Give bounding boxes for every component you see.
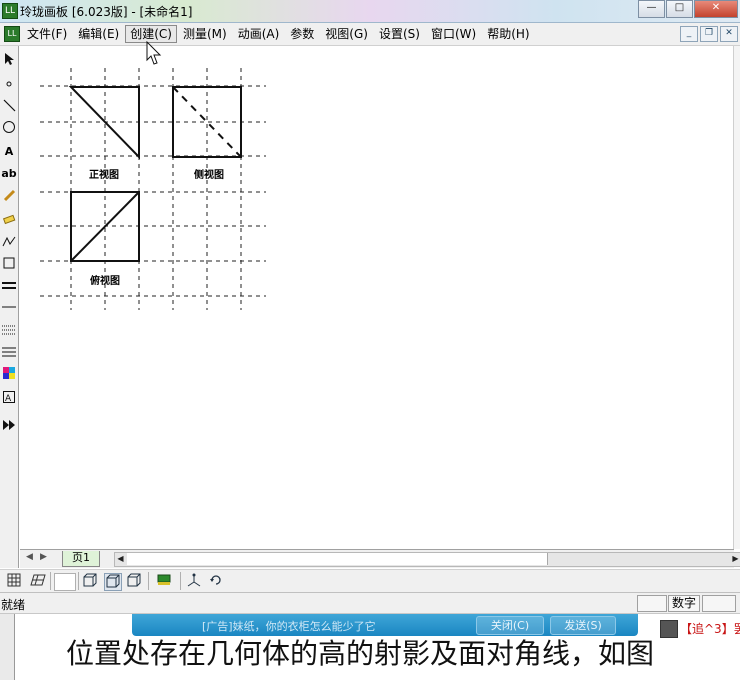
fast-forward-icon[interactable] (0, 418, 18, 438)
title-bar: LL 玲珑画板 [6.023版] - [未命名1] — □ ✕ (0, 0, 740, 23)
side-view-label: 侧视图 (194, 170, 224, 181)
cube-view-2-icon[interactable] (104, 573, 122, 591)
eraser-icon[interactable] (0, 212, 18, 232)
status-bar: 就绪 数字 (0, 593, 740, 614)
horizontal-scrollbar[interactable]: ◀ ▶ (114, 552, 740, 567)
background-window-edge (0, 614, 15, 680)
menu-settings[interactable]: 设置(S) (374, 25, 425, 43)
mdi-controls: _ ❐ ✕ (678, 26, 738, 42)
drawing-canvas[interactable]: 正视图 侧视图 俯视图 (20, 46, 732, 549)
color-palette-icon[interactable] (0, 366, 18, 386)
svg-text:A: A (5, 394, 12, 404)
text-ab-icon[interactable]: ab (0, 164, 18, 184)
maximize-button[interactable]: □ (666, 0, 693, 18)
dotted-line-icon[interactable] (0, 322, 18, 342)
mdi-minimize-button[interactable]: _ (680, 26, 698, 42)
line-icon[interactable] (0, 98, 18, 118)
polyline-icon[interactable] (0, 234, 18, 254)
bottom-toolbar (0, 569, 740, 593)
scroll-right-icon[interactable]: ▶ (730, 553, 740, 565)
fill-color-icon[interactable] (156, 573, 172, 589)
front-view-label: 正视图 (89, 170, 119, 181)
document-icon[interactable]: LL (4, 26, 20, 42)
mdi-restore-button[interactable]: ❐ (700, 26, 718, 42)
tab-prev-icon[interactable]: ◀ (26, 552, 33, 562)
status-num-indicator: 数字 (668, 595, 700, 612)
point-icon[interactable] (0, 76, 18, 96)
status-field-blank (637, 595, 667, 612)
menu-view[interactable]: 视图(G) (320, 25, 373, 43)
canvas-right-edge (733, 46, 740, 549)
mdi-close-button[interactable]: ✕ (720, 26, 738, 42)
pencil-icon[interactable] (0, 188, 18, 208)
menu-bar: LL 文件(F) 编辑(E) 创建(C) 测量(M) 动画(A) 参数 视图(G… (0, 23, 740, 46)
menu-file[interactable]: 文件(F) (22, 25, 72, 43)
app-icon: LL (2, 3, 18, 19)
rectangle-icon[interactable] (0, 256, 18, 276)
tab-next-icon[interactable]: ▶ (40, 552, 47, 562)
line-thin-icon[interactable] (0, 300, 18, 320)
grid (40, 68, 266, 310)
page-tab-bar: ◀ ▶ 页1 ◀ ▶ (20, 549, 740, 568)
background-document-text: 位置处存在几何体的高的射影及面对角线，如图 (66, 637, 655, 670)
cube-view-icon[interactable] (82, 573, 98, 589)
menu-help[interactable]: 帮助(H) (482, 25, 534, 43)
menu-edit[interactable]: 编辑(E) (73, 25, 124, 43)
red-notification-text[interactable]: 【追^3】罢 (680, 620, 740, 637)
select-arrow-icon[interactable] (0, 52, 18, 72)
status-ready: 就绪 (1, 598, 26, 612)
close-button[interactable]: ✕ (694, 0, 738, 18)
window-title: 玲珑画板 [6.023版] - [未命名1] (20, 5, 193, 19)
minimize-button[interactable]: — (638, 0, 665, 18)
top-view-label: 俯视图 (90, 276, 120, 287)
blank-field[interactable] (54, 573, 76, 591)
line-style-icon[interactable] (0, 344, 18, 364)
circle-icon[interactable] (0, 120, 18, 140)
cube-view-3-icon[interactable] (126, 573, 142, 589)
oblique-grid-icon[interactable] (30, 573, 46, 589)
line-thick-icon[interactable] (0, 278, 18, 298)
menu-params[interactable]: 参数 (285, 25, 319, 43)
axes-icon[interactable] (186, 573, 202, 589)
grid-view-icon[interactable] (6, 573, 22, 589)
scroll-thumb[interactable] (127, 553, 548, 565)
side-view-figure[interactable] (172, 86, 242, 158)
scroll-left-icon[interactable]: ◀ (115, 553, 126, 565)
chat-app-icon[interactable] (660, 620, 678, 638)
text-A-icon[interactable]: A (0, 142, 18, 162)
menu-window[interactable]: 窗口(W) (426, 25, 481, 43)
menu-animation[interactable]: 动画(A) (233, 25, 285, 43)
mouse-cursor-icon (146, 41, 162, 65)
menu-items: 文件(F) 编辑(E) 创建(C) 测量(M) 动画(A) 参数 视图(G) 设… (22, 25, 536, 43)
page-tab-1[interactable]: 页1 (62, 551, 100, 567)
window-controls: — □ ✕ (637, 0, 738, 18)
rotate-icon[interactable] (208, 573, 224, 589)
image-icon[interactable]: A (0, 390, 18, 410)
menu-measure[interactable]: 测量(M) (178, 25, 232, 43)
status-field-blank-2 (702, 595, 736, 612)
left-toolbar: A ab A (0, 46, 19, 568)
